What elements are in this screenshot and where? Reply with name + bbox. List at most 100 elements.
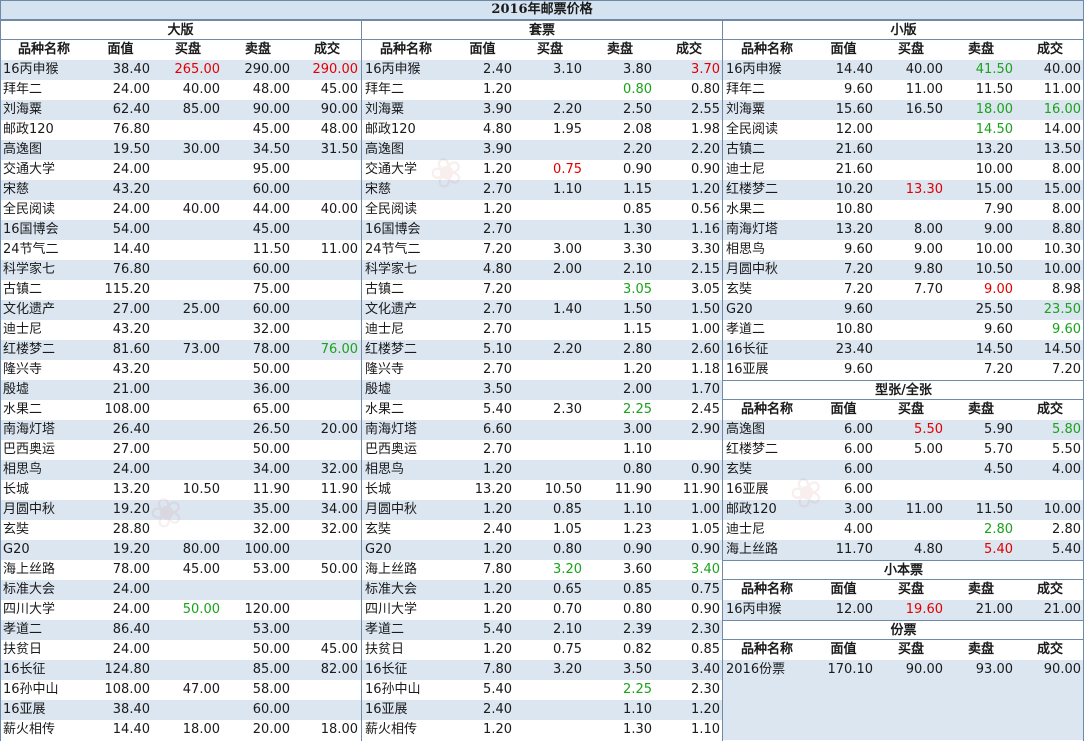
price-cell: 1.30 xyxy=(585,220,655,240)
table-row: 殷墟 21.00 36.00 xyxy=(0,380,361,400)
price-cell: 24.00 xyxy=(88,460,153,480)
column-header: 卖盘 xyxy=(946,580,1016,600)
price-cell: 3.20 xyxy=(515,660,585,680)
item-name-cell: 相思鸟 xyxy=(726,242,766,257)
price-cell: 3.60 xyxy=(623,562,652,577)
header-row: 品种名称 面值 买盘 卖盘 成交 xyxy=(0,40,361,60)
item-name-cell: 薪火相传 xyxy=(3,722,56,737)
column-header: 面值 xyxy=(811,580,876,600)
price-cell: 0.75 xyxy=(553,642,582,657)
price-cell: 14.50 xyxy=(1016,340,1084,360)
table-row: G20 19.20 80.00 100.00 xyxy=(0,540,361,560)
price-cell: 2.70 xyxy=(483,442,512,457)
item-name-cell: 16亚展 xyxy=(726,482,769,497)
table-row: 水果二 5.40 2.30 2.25 2.45 xyxy=(362,400,723,420)
price-cell xyxy=(153,500,223,520)
price-cell: 24.00 xyxy=(88,580,153,600)
item-name-cell: 隆兴寺 xyxy=(365,362,405,377)
column-header: 买盘 xyxy=(515,40,585,60)
item-name-cell: 长城 xyxy=(365,482,392,497)
price-cell: 9.60 xyxy=(844,362,873,377)
item-name-cell: 四川大学 xyxy=(3,602,56,617)
item-name-cell: 全民阅读 xyxy=(3,202,56,217)
price-cell: 100.00 xyxy=(223,540,293,560)
price-cell xyxy=(153,260,223,280)
price-cell: 4.00 xyxy=(844,522,873,537)
price-cell: 53.00 xyxy=(223,620,293,640)
price-cell: 8.80 xyxy=(1016,220,1084,240)
price-cell xyxy=(293,400,361,420)
table-row: 文化遗产 27.00 25.00 60.00 xyxy=(0,300,361,320)
column-header: 成交 xyxy=(293,40,361,60)
divider xyxy=(361,20,362,741)
table-row: 16长征 124.80 85.00 82.00 xyxy=(0,660,361,680)
price-cell: 24.00 xyxy=(112,602,150,617)
price-cell: 7.80 xyxy=(450,660,515,680)
price-cell: 1.20 xyxy=(623,362,652,377)
price-cell xyxy=(293,540,361,560)
table-row: 迪士尼 21.60 10.00 8.00 xyxy=(723,160,1084,180)
divider xyxy=(722,20,723,741)
price-cell xyxy=(876,340,946,360)
table-row: 邮政120 76.80 45.00 48.00 xyxy=(0,120,361,140)
price-cell: 14.40 xyxy=(112,242,150,257)
column-header: 卖盘 xyxy=(946,40,1016,60)
price-cell xyxy=(153,180,223,200)
price-cell: 19.20 xyxy=(88,500,153,520)
price-cell xyxy=(515,140,585,160)
price-cell: 34.50 xyxy=(223,140,293,160)
table-row: 南海灯塔 6.60 3.00 2.90 xyxy=(362,420,723,440)
table-row: 16丙申猴 14.40 40.00 41.50 40.00 xyxy=(723,60,1084,80)
table-row: 高逸图 19.50 30.00 34.50 31.50 xyxy=(0,140,361,160)
price-cell xyxy=(655,440,723,460)
table-row: 相思鸟 1.20 0.80 0.90 xyxy=(362,460,723,480)
table-row: 科学家七 4.80 2.00 2.10 2.15 xyxy=(362,260,723,280)
price-cell: 10.00 xyxy=(1016,500,1084,520)
price-cell: 2.40 xyxy=(450,700,515,720)
column-header: 买盘 xyxy=(876,580,946,600)
price-cell: 5.50 xyxy=(876,420,946,440)
price-cell: 90.00 xyxy=(223,100,293,120)
price-cell: 14.40 xyxy=(112,722,150,737)
price-cell: 6.60 xyxy=(450,420,515,440)
price-cell xyxy=(293,220,361,240)
price-cell: 3.40 xyxy=(691,562,720,577)
price-cell: 10.30 xyxy=(1043,242,1081,257)
item-name-cell: 16长征 xyxy=(0,660,88,680)
price-cell: 1.10 xyxy=(691,722,720,737)
price-cell: 76.80 xyxy=(112,122,150,137)
table-row: 标准大会 24.00 xyxy=(0,580,361,600)
price-cell: 3.05 xyxy=(691,282,720,297)
price-cell: 1.20 xyxy=(483,722,512,737)
price-cell xyxy=(153,240,223,260)
price-cell: 124.80 xyxy=(88,660,153,680)
column-header: 买盘 xyxy=(876,40,946,60)
table-row: 16孙中山 108.00 47.00 58.00 xyxy=(0,680,361,700)
price-cell: 2.55 xyxy=(655,100,723,120)
price-cell: 3.05 xyxy=(623,282,652,297)
divider xyxy=(0,20,1,741)
price-cell: 32.00 xyxy=(252,322,290,337)
table-row: 水果二 10.80 7.90 8.00 xyxy=(723,200,1084,220)
price-cell: 20.00 xyxy=(252,722,290,737)
price-cell: 3.30 xyxy=(691,242,720,257)
table-row: 四川大学 24.00 50.00 120.00 xyxy=(0,600,361,620)
price-cell: 2.08 xyxy=(623,122,652,137)
price-cell: 5.90 xyxy=(946,420,1016,440)
price-cell: 85.00 xyxy=(223,660,293,680)
table-row: 海上丝路 11.70 4.80 5.40 5.40 xyxy=(723,540,1084,560)
sets-section-title: 套票 xyxy=(362,20,722,40)
item-name-cell: 古镇二 xyxy=(723,140,811,160)
price-cell xyxy=(153,160,223,180)
item-name-cell: 24节气二 xyxy=(3,242,59,257)
price-cell xyxy=(293,300,361,320)
price-cell: 21.00 xyxy=(88,380,153,400)
price-cell: 14.50 xyxy=(946,340,1016,360)
price-cell: 2.39 xyxy=(585,620,655,640)
price-cell: 23.40 xyxy=(811,340,876,360)
price-cell: 8.00 xyxy=(1052,162,1081,177)
price-cell: 7.20 xyxy=(483,282,512,297)
price-cell: 0.75 xyxy=(655,580,723,600)
table-row: 薪火相传 1.20 1.30 1.10 xyxy=(362,720,723,740)
price-cell: 5.40 xyxy=(1016,540,1084,560)
